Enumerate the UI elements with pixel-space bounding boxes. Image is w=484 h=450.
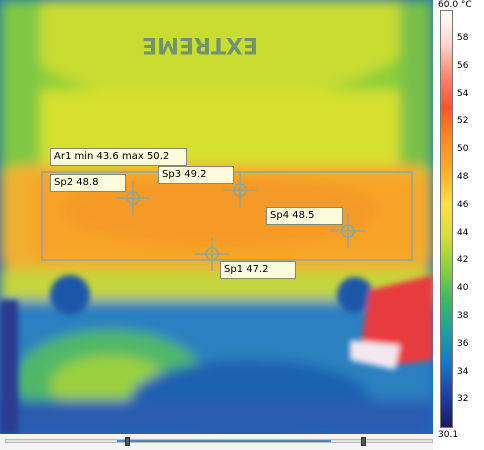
- scale-tick-label: 58: [457, 33, 469, 43]
- scale-tick-label: 42: [457, 255, 469, 266]
- thermal-image[interactable]: EXTREME Ar1 min 43.6 max 50.2 Sp2 48.8 S…: [0, 0, 433, 434]
- scale-tick-label: 54: [457, 88, 469, 99]
- scale-max-label: 60.0 °C: [438, 0, 472, 10]
- range-slider-bar[interactable]: [0, 434, 433, 450]
- scale-min-label: 30.1: [438, 430, 459, 440]
- scale-tick-label: 50: [457, 144, 469, 155]
- scale-tick-label: 32: [457, 394, 469, 405]
- scale-tick-label: 52: [457, 116, 469, 127]
- scale-tick-label: 36: [457, 338, 469, 349]
- range-slider-right-handle[interactable]: [361, 437, 367, 446]
- area-label-ar1[interactable]: Ar1 min 43.6 max 50.2: [50, 148, 187, 166]
- scale-tick-label: 40: [457, 283, 469, 294]
- color-scale-bar: [440, 10, 453, 428]
- scale-tick-label: 44: [457, 227, 469, 238]
- range-slider-track[interactable]: [5, 437, 433, 446]
- scale-tick-label: 48: [457, 172, 469, 182]
- scale-tick-label: 46: [457, 199, 469, 210]
- spot-label-sp4[interactable]: Sp4 48.5: [266, 207, 343, 225]
- spot-label-sp3[interactable]: Sp3 49.2: [158, 166, 234, 184]
- range-slider-left-handle[interactable]: [125, 437, 131, 446]
- scale-tick-label: 34: [457, 366, 469, 377]
- range-slider-fill: [117, 440, 332, 442]
- brand-logo-text: EXTREME: [142, 32, 258, 57]
- scale-tick-label: 56: [457, 60, 469, 71]
- scale-tick-label: 38: [457, 311, 469, 321]
- spot-label-sp1[interactable]: Sp1 47.2: [220, 261, 296, 279]
- spot-label-sp2[interactable]: Sp2 48.8: [50, 174, 126, 192]
- temperature-scale: 60.0 °C 58 56 54 52 50 48 46 44 42 40 38 36 34 32 30.…: [433, 0, 484, 450]
